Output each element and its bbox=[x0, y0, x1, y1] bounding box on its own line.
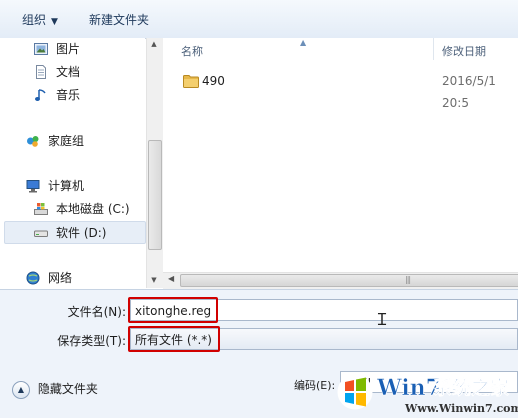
nav-scrollbar-thumb[interactable] bbox=[148, 140, 162, 250]
navigation-pane: 图片 文档 音乐 家庭组 计算机 本地磁盘 (C:) 软件 (D:) 网络 bbox=[0, 38, 146, 289]
scroll-up-icon[interactable]: ▲ bbox=[146, 40, 162, 48]
organize-label: 组织 bbox=[22, 13, 47, 27]
drive-icon bbox=[34, 230, 48, 237]
network-icon bbox=[26, 271, 40, 285]
sidebar-item-label: 网络 bbox=[48, 271, 73, 285]
sidebar-item-label: 软件 (D:) bbox=[56, 226, 107, 240]
filename-label: 文件名(N): bbox=[67, 305, 126, 319]
hide-folders-button[interactable]: ▲ 隐藏文件夹 bbox=[12, 380, 98, 399]
text-cursor-icon: Ｉ bbox=[374, 310, 391, 329]
sidebar-item-drive-c[interactable]: 本地磁盘 (C:) bbox=[4, 198, 144, 220]
sidebar-item-pictures[interactable]: 图片 bbox=[4, 38, 144, 60]
grip-icon: ||| bbox=[405, 275, 411, 284]
scroll-down-icon[interactable]: ▼ bbox=[146, 276, 162, 284]
sidebar-item-label: 本地磁盘 (C:) bbox=[56, 202, 130, 216]
sidebar-item-label: 计算机 bbox=[48, 179, 85, 193]
sidebar-item-label: 图片 bbox=[56, 42, 81, 56]
chevron-down-icon: ▼ bbox=[51, 17, 58, 27]
list-item[interactable]: 490 2016/5/1 20:5 bbox=[180, 70, 518, 110]
hide-folders-label: 隐藏文件夹 bbox=[37, 382, 98, 396]
file-modified-date: 2016/5/1 20:5 bbox=[442, 74, 496, 110]
toolbar: 组织 ▼ 新建文件夹 bbox=[0, 0, 518, 39]
sidebar-item-computer[interactable]: 计算机 bbox=[4, 175, 144, 197]
sidebar-item-network[interactable]: 网络 bbox=[4, 267, 144, 289]
sidebar-item-documents[interactable]: 文档 bbox=[4, 61, 144, 83]
watermark-logo: Win7 系统之家 Www.Winwin7.com bbox=[337, 374, 518, 415]
sidebar-item-label: 音乐 bbox=[56, 88, 81, 102]
music-icon bbox=[35, 89, 46, 101]
documents-icon bbox=[36, 65, 46, 79]
svg-text:Www.Winwin7.com: Www.Winwin7.com bbox=[404, 402, 518, 415]
sidebar-item-label: 家庭组 bbox=[48, 134, 85, 148]
column-header-modified[interactable]: 修改日期 bbox=[442, 43, 486, 59]
organize-button[interactable]: 组织 ▼ bbox=[22, 11, 58, 28]
sort-ascending-icon: ▲ bbox=[300, 38, 307, 47]
file-list-h-scrollbar-thumb[interactable] bbox=[180, 274, 518, 287]
sidebar-item-music[interactable]: 音乐 bbox=[4, 84, 144, 106]
encoding-label: 编码(E): bbox=[294, 379, 336, 392]
svg-text:系统之家: 系统之家 bbox=[433, 376, 510, 399]
file-name: 490 bbox=[202, 74, 225, 88]
homegroup-icon bbox=[27, 136, 39, 147]
highlight-box bbox=[128, 326, 220, 352]
highlight-box bbox=[128, 297, 218, 323]
column-divider[interactable] bbox=[433, 38, 434, 60]
pictures-icon bbox=[34, 43, 48, 55]
folder-icon bbox=[183, 75, 199, 88]
computer-icon bbox=[26, 180, 40, 193]
new-folder-button[interactable]: 新建文件夹 bbox=[89, 11, 149, 28]
scroll-left-icon[interactable]: ◀ bbox=[168, 274, 174, 283]
sidebar-item-drive-d[interactable]: 软件 (D:) bbox=[4, 221, 146, 244]
column-header-name[interactable]: 名称 bbox=[181, 43, 203, 59]
sidebar-item-homegroup[interactable]: 家庭组 bbox=[4, 130, 144, 152]
svg-text:Win7: Win7 bbox=[376, 375, 441, 401]
filetype-label: 保存类型(T): bbox=[57, 334, 126, 348]
sidebar-item-label: 文档 bbox=[56, 65, 81, 79]
collapse-icon: ▲ bbox=[12, 380, 30, 399]
system-drive-icon bbox=[34, 203, 48, 215]
